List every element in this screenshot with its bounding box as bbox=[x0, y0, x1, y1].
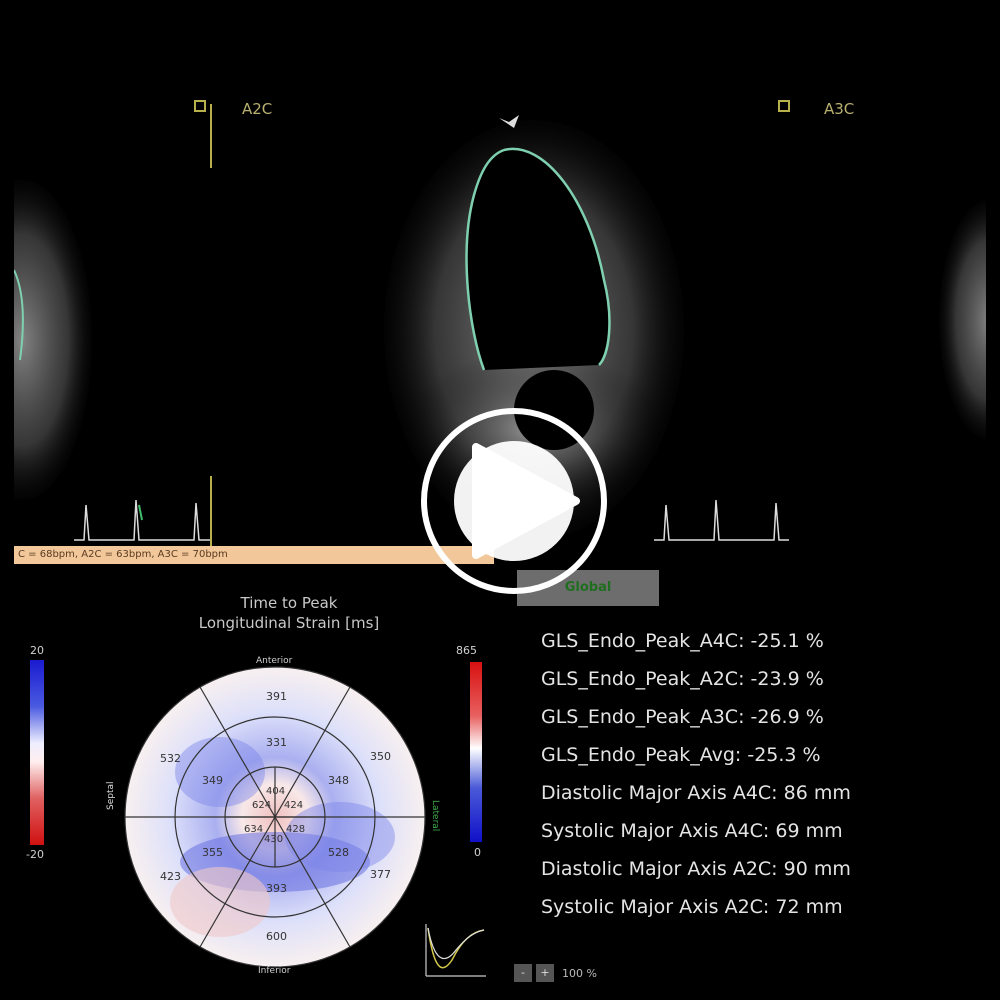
segment-value: 404 bbox=[266, 786, 286, 797]
metrics-panel: GLS_Endo_Peak_A4C: -25.1 % GLS_Endo_Peak… bbox=[541, 626, 851, 930]
segment-value: 393 bbox=[266, 882, 287, 895]
left-colorbar bbox=[30, 660, 44, 845]
right-view-marker-icon[interactable] bbox=[778, 100, 790, 112]
segment-value: 423 bbox=[160, 870, 181, 883]
right-colorbar bbox=[470, 662, 482, 842]
play-icon bbox=[421, 408, 607, 594]
metric-line: Diastolic Major Axis A4C: 86 mm bbox=[541, 782, 851, 804]
metric-line: GLS_Endo_Peak_A3C: -26.9 % bbox=[541, 706, 824, 728]
segment-value: 428 bbox=[286, 824, 306, 835]
metric-line: GLS_Endo_Peak_A2C: -23.9 % bbox=[541, 668, 824, 690]
bullseye-title: Time to Peak bbox=[240, 594, 338, 612]
segment-value: 624 bbox=[252, 800, 272, 811]
zoom-controls: - + 100 % bbox=[514, 964, 597, 982]
metric-line: GLS_Endo_Peak_A4C: -25.1 % bbox=[541, 630, 824, 652]
metric-line: Systolic Major Axis A4C: 69 mm bbox=[541, 820, 843, 842]
zoom-out-button[interactable]: - bbox=[514, 964, 532, 982]
segment-value: 355 bbox=[202, 846, 223, 859]
segment-value: 634 bbox=[244, 824, 264, 835]
right-view-tissue bbox=[939, 200, 986, 440]
ecg-left bbox=[74, 499, 212, 541]
left-colorbar-max: 20 bbox=[30, 644, 44, 657]
bullseye-label-septal: Septal bbox=[106, 781, 116, 810]
segment-value: 528 bbox=[328, 846, 349, 859]
bullseye-subtitle: Longitudinal Strain [ms] bbox=[198, 614, 380, 632]
segment-value: 350 bbox=[370, 750, 391, 763]
bullseye-plot bbox=[124, 666, 426, 968]
bullseye-label-inferior: Inferior bbox=[258, 966, 291, 976]
right-colorbar-min: 0 bbox=[474, 846, 481, 859]
segment-value: 391 bbox=[266, 690, 287, 703]
metric-line: Systolic Major Axis A2C: 72 mm bbox=[541, 896, 843, 918]
strain-curve-thumbnail bbox=[425, 924, 486, 977]
segment-value: 430 bbox=[264, 834, 284, 845]
left-view-marker-icon[interactable] bbox=[194, 100, 206, 112]
right-colorbar-max: 865 bbox=[456, 644, 477, 657]
zoom-in-button[interactable]: + bbox=[536, 964, 554, 982]
bullseye-label-anterior: Anterior bbox=[256, 656, 293, 666]
right-view-label: A3C bbox=[824, 100, 855, 118]
segment-value: 532 bbox=[160, 752, 181, 765]
left-view-tissue bbox=[14, 180, 92, 500]
metric-line: GLS_Endo_Peak_Avg: -25.3 % bbox=[541, 744, 821, 766]
segment-value: 424 bbox=[284, 800, 304, 811]
segment-value: 331 bbox=[266, 736, 287, 749]
segment-value: 600 bbox=[266, 930, 287, 943]
ecg-right bbox=[654, 499, 789, 541]
segment-value: 348 bbox=[328, 774, 349, 787]
segment-value: 349 bbox=[202, 774, 223, 787]
zoom-level: 100 % bbox=[562, 966, 597, 980]
left-colorbar-min: -20 bbox=[26, 848, 44, 861]
play-button[interactable] bbox=[418, 405, 610, 597]
segment-value: 377 bbox=[370, 868, 391, 881]
left-view-label: A2C bbox=[242, 100, 273, 118]
metric-line: Diastolic Major Axis A2C: 90 mm bbox=[541, 858, 851, 880]
bullseye-label-lateral: Lateral bbox=[430, 800, 440, 832]
